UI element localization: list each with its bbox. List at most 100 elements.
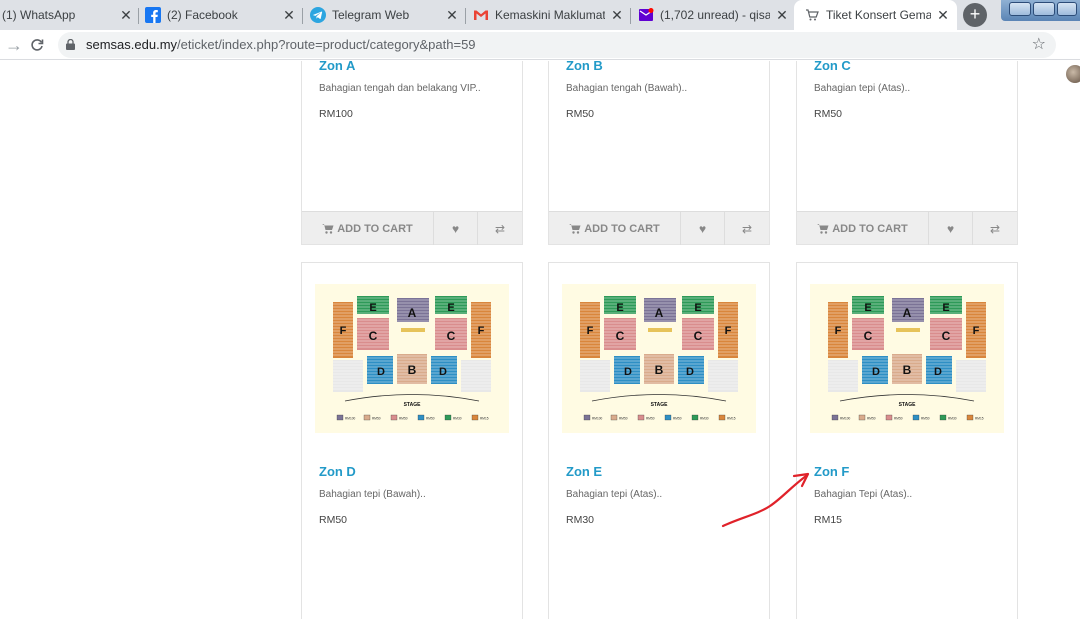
tab-separator: [138, 8, 139, 24]
tab-whatsapp[interactable]: (1) WhatsApp ✕: [0, 0, 134, 30]
legend-swatch: [858, 414, 866, 421]
wishlist-button[interactable]: ♥: [681, 212, 725, 245]
product-description: Bahagian tepi (Atas)..: [566, 489, 663, 500]
facebook-icon: [145, 7, 161, 23]
product-name[interactable]: Zon E: [566, 464, 602, 479]
cart-icon: [817, 223, 829, 234]
product-description: Bahagian tepi (Atas)..: [814, 83, 911, 94]
legend-label: RM15: [975, 417, 984, 421]
legend-label: RM15: [727, 417, 736, 421]
bookmark-star-icon[interactable]: ☆: [1032, 36, 1046, 54]
close-icon[interactable]: ✕: [935, 7, 951, 23]
legend-swatch: [363, 414, 371, 421]
cart-icon: [804, 7, 820, 23]
maximize-button[interactable]: [1033, 2, 1055, 16]
close-icon[interactable]: ✕: [118, 7, 134, 23]
legend-label: RM30: [700, 417, 709, 421]
add-to-cart-label: Add to Cart: [832, 222, 908, 235]
zone-divider: [401, 328, 425, 332]
compare-icon: ⇄: [741, 221, 753, 236]
zone-label: C: [942, 329, 951, 343]
forward-icon[interactable]: →: [5, 35, 23, 55]
tab-gmail[interactable]: Kemaskini Maklumat Pe ✕: [473, 0, 625, 30]
zone-label: E: [616, 302, 623, 314]
zone-stalls-left: [828, 360, 858, 392]
legend-swatch: [966, 414, 974, 421]
browser-toolbar: → semsas.edu.my/eticket/index.php?route=…: [0, 30, 1080, 83]
add-to-cart-button[interactable]: Add to Cart: [302, 212, 434, 245]
tab-facebook[interactable]: (2) Facebook ✕: [145, 0, 297, 30]
close-icon[interactable]: ✕: [774, 7, 790, 23]
seat-plan-image[interactable]: A B C C D D E E F F STAGE RM100 RM50 RM50 RM50 RM30 RM15: [562, 284, 756, 433]
legend-swatch: [831, 414, 839, 421]
add-to-cart-label: Add to Cart: [337, 222, 413, 235]
stage-label: STAGE: [899, 402, 917, 408]
zone-label: F: [973, 325, 980, 337]
zone-label: E: [694, 302, 701, 314]
lock-icon: [66, 39, 75, 50]
product-description: Bahagian tengah dan belakang VIP..: [319, 83, 481, 94]
product-name[interactable]: Zon B: [566, 61, 603, 73]
compare-button[interactable]: ⇄: [973, 212, 1017, 245]
cart-icon: [322, 223, 334, 234]
seat-plan-image[interactable]: A B C C D D E E F F STAGE RM100 RM50 RM50 RM50 RM30 RM15: [810, 284, 1004, 433]
product-name[interactable]: Zon F: [814, 464, 849, 479]
tab-telegram[interactable]: Telegram Web ✕: [310, 0, 460, 30]
zone-label: C: [864, 329, 873, 343]
seat-plan-image[interactable]: A B C C D D E E F F STAGE RM100 RM50 RM50 RM50 RM30 RM15: [315, 284, 509, 433]
add-to-cart-button[interactable]: Add to Cart: [549, 212, 681, 245]
legend-label: RM100: [840, 417, 851, 421]
close-icon[interactable]: ✕: [609, 7, 625, 23]
zone-label: C: [447, 329, 456, 343]
address-bar[interactable]: semsas.edu.my/eticket/index.php?route=pr…: [58, 32, 1056, 58]
tab-tiket-konsert[interactable]: Tiket Konsert Gema Eksp ✕: [794, 0, 957, 30]
wishlist-button[interactable]: ♥: [434, 212, 478, 245]
tab-title: Telegram Web: [332, 8, 410, 22]
url-path: /eticket/index.php?route=product/categor…: [177, 37, 476, 52]
tab-yahoo-mail[interactable]: (1,702 unread) - qisan88 ✕: [638, 0, 790, 30]
wishlist-button[interactable]: ♥: [929, 212, 973, 245]
product-description: Bahagian tepi (Bawah)..: [319, 489, 426, 500]
legend-label: RM50: [646, 417, 655, 421]
product-card-zon-f: A B C C D D E E F F STAGE RM100 RM50 RM50 RM50 RM30 RM15…: [796, 262, 1018, 619]
product-price: RM100: [319, 108, 353, 120]
legend-swatch: [912, 414, 920, 421]
zone-stalls-right: [956, 360, 986, 392]
product-name[interactable]: Zon D: [319, 464, 356, 479]
compare-button[interactable]: ⇄: [478, 212, 522, 245]
zone-stalls-right: [461, 360, 491, 392]
close-icon[interactable]: ✕: [444, 7, 460, 23]
tab-title: Kemaskini Maklumat Pe: [495, 8, 605, 22]
tab-separator: [630, 8, 631, 24]
product-name[interactable]: Zon A: [319, 61, 355, 73]
product-name[interactable]: Zon C: [814, 61, 851, 73]
tab-title: (1,702 unread) - qisan88: [660, 8, 770, 22]
legend-label: RM30: [948, 417, 957, 421]
url-text: semsas.edu.my/eticket/index.php?route=pr…: [86, 32, 476, 58]
page-content: Zon A Bahagian tengah dan belakang VIP..…: [0, 61, 1080, 619]
minimize-button[interactable]: [1009, 2, 1031, 16]
legend-label: RM30: [453, 417, 462, 421]
legend-swatch: [637, 414, 645, 421]
zone-label: F: [587, 325, 594, 337]
zone-stalls-left: [333, 360, 363, 392]
close-window-button[interactable]: [1057, 2, 1077, 16]
zone-label: A: [655, 306, 664, 320]
zone-label: B: [903, 363, 912, 377]
legend-swatch: [691, 414, 699, 421]
legend-label: RM100: [345, 417, 356, 421]
legend-swatch: [885, 414, 893, 421]
cart-icon: [569, 223, 581, 234]
zone-label: F: [725, 325, 732, 337]
zone-label: D: [686, 366, 694, 378]
compare-button[interactable]: ⇄: [725, 212, 769, 245]
reload-icon[interactable]: [30, 35, 48, 55]
zone-divider: [896, 328, 920, 332]
new-tab-button[interactable]: +: [963, 3, 987, 27]
tab-title: (2) Facebook: [167, 8, 238, 22]
legend-label: RM50: [921, 417, 930, 421]
product-card-zon-e: A B C C D D E E F F STAGE RM100 RM50 RM50 RM50 RM30 RM15…: [548, 262, 770, 619]
add-to-cart-button[interactable]: Add to Cart: [797, 212, 929, 245]
close-icon[interactable]: ✕: [281, 7, 297, 23]
telegram-icon: [310, 7, 326, 23]
